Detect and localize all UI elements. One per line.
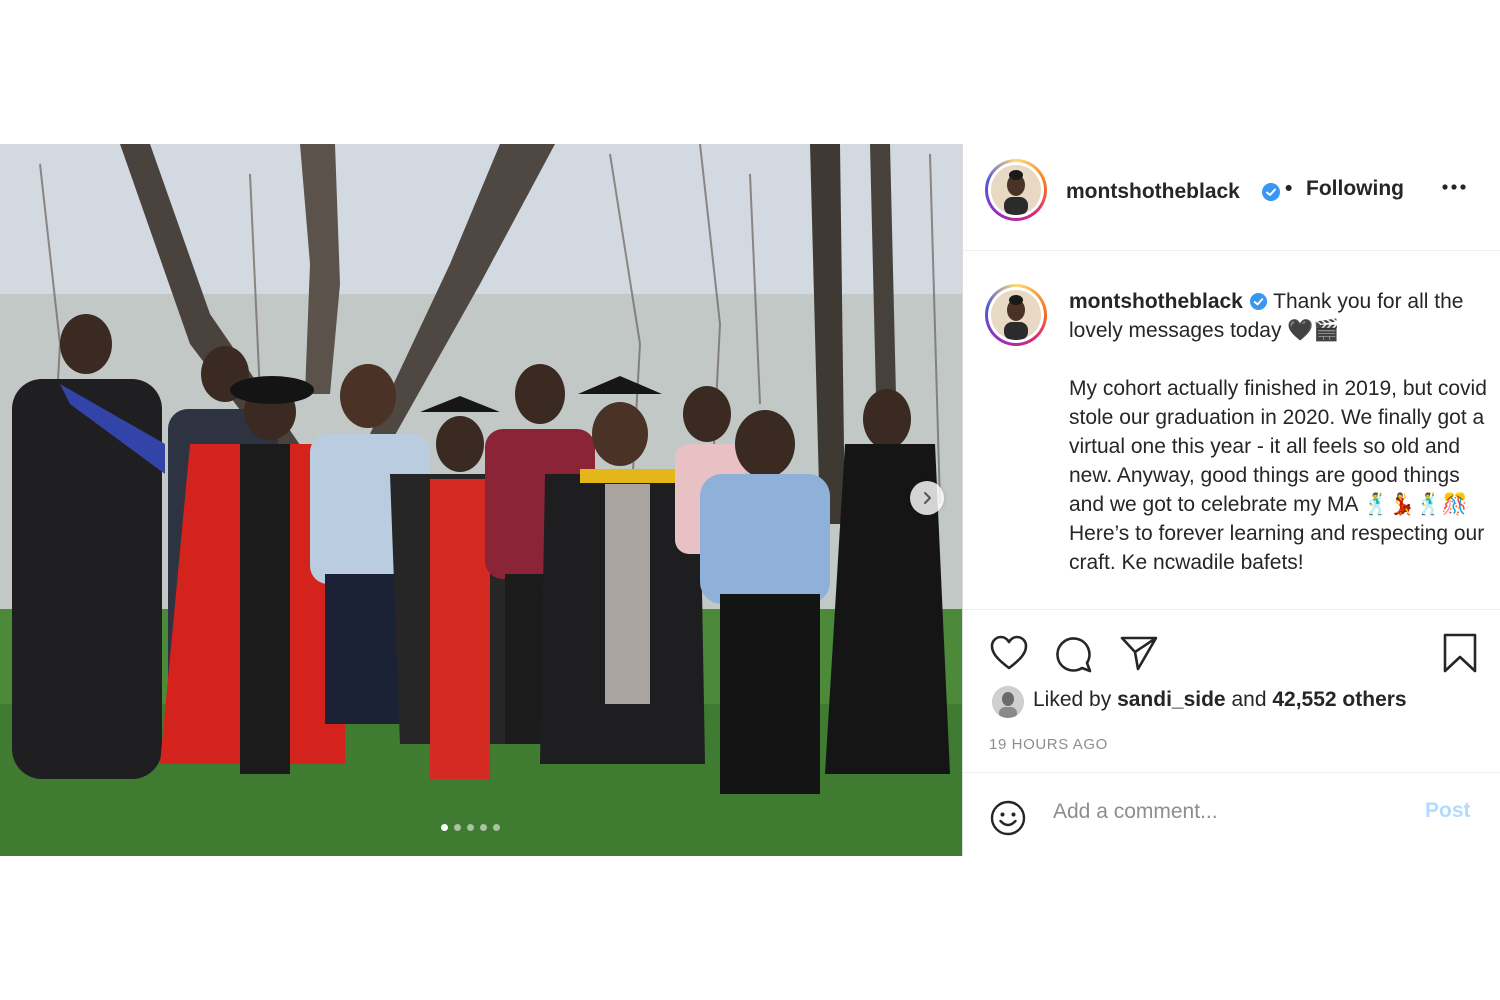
comment-bar: Post bbox=[963, 772, 1500, 858]
caption-author-avatar[interactable] bbox=[985, 284, 1047, 346]
caption-username[interactable]: montshotheblack bbox=[1069, 290, 1243, 313]
profile-photo bbox=[991, 290, 1041, 340]
likes-middle: and bbox=[1231, 688, 1267, 711]
comment-input[interactable] bbox=[1051, 799, 1395, 825]
post-photo bbox=[0, 144, 962, 856]
author-avatar[interactable] bbox=[985, 159, 1047, 221]
author-username[interactable]: montshotheblack bbox=[1066, 180, 1240, 204]
comment-icon[interactable] bbox=[1054, 634, 1094, 674]
following-button[interactable]: Following bbox=[1306, 177, 1404, 201]
carousel-dot bbox=[454, 824, 461, 831]
profile-photo bbox=[992, 686, 1024, 718]
more-options-icon[interactable] bbox=[1441, 182, 1467, 192]
post-details-panel: montshotheblack • Following montshothebl… bbox=[963, 144, 1500, 856]
liker-username[interactable]: sandi_side bbox=[1117, 688, 1226, 711]
separator-dot: • bbox=[1285, 177, 1293, 200]
likes-summary: Liked by sandi_side and 42,552 others bbox=[1033, 688, 1407, 712]
likes-count[interactable]: 42,552 others bbox=[1272, 688, 1406, 711]
post-header: montshotheblack • Following bbox=[963, 144, 1500, 251]
post-caption: montshotheblack Thank you for all the lo… bbox=[1069, 287, 1489, 577]
emoji-icon[interactable] bbox=[989, 799, 1027, 837]
post-timestamp[interactable]: 19 HOURS AGO bbox=[989, 736, 1108, 753]
liker-avatar[interactable] bbox=[992, 686, 1024, 718]
verified-badge-icon bbox=[1249, 292, 1267, 311]
post-media[interactable] bbox=[0, 144, 963, 856]
chevron-right-icon bbox=[924, 492, 931, 504]
carousel-dot bbox=[493, 824, 500, 831]
likes-prefix: Liked by bbox=[1033, 688, 1112, 711]
instagram-post: montshotheblack • Following montshothebl… bbox=[0, 144, 1500, 856]
carousel-dot bbox=[441, 824, 448, 831]
post-comment-button[interactable]: Post bbox=[1425, 799, 1471, 823]
carousel-next-button[interactable] bbox=[910, 481, 944, 515]
share-icon[interactable] bbox=[1119, 634, 1159, 672]
carousel-indicator bbox=[441, 824, 500, 831]
heart-icon[interactable] bbox=[989, 634, 1029, 672]
carousel-dot bbox=[467, 824, 474, 831]
post-actions-section: Liked by sandi_side and 42,552 others 19… bbox=[963, 609, 1500, 857]
carousel-dot bbox=[480, 824, 487, 831]
profile-photo bbox=[991, 165, 1041, 215]
caption-body: My cohort actually finished in 2019, but… bbox=[1069, 377, 1487, 574]
verified-badge-icon bbox=[1262, 183, 1280, 201]
bookmark-icon[interactable] bbox=[1442, 632, 1478, 674]
